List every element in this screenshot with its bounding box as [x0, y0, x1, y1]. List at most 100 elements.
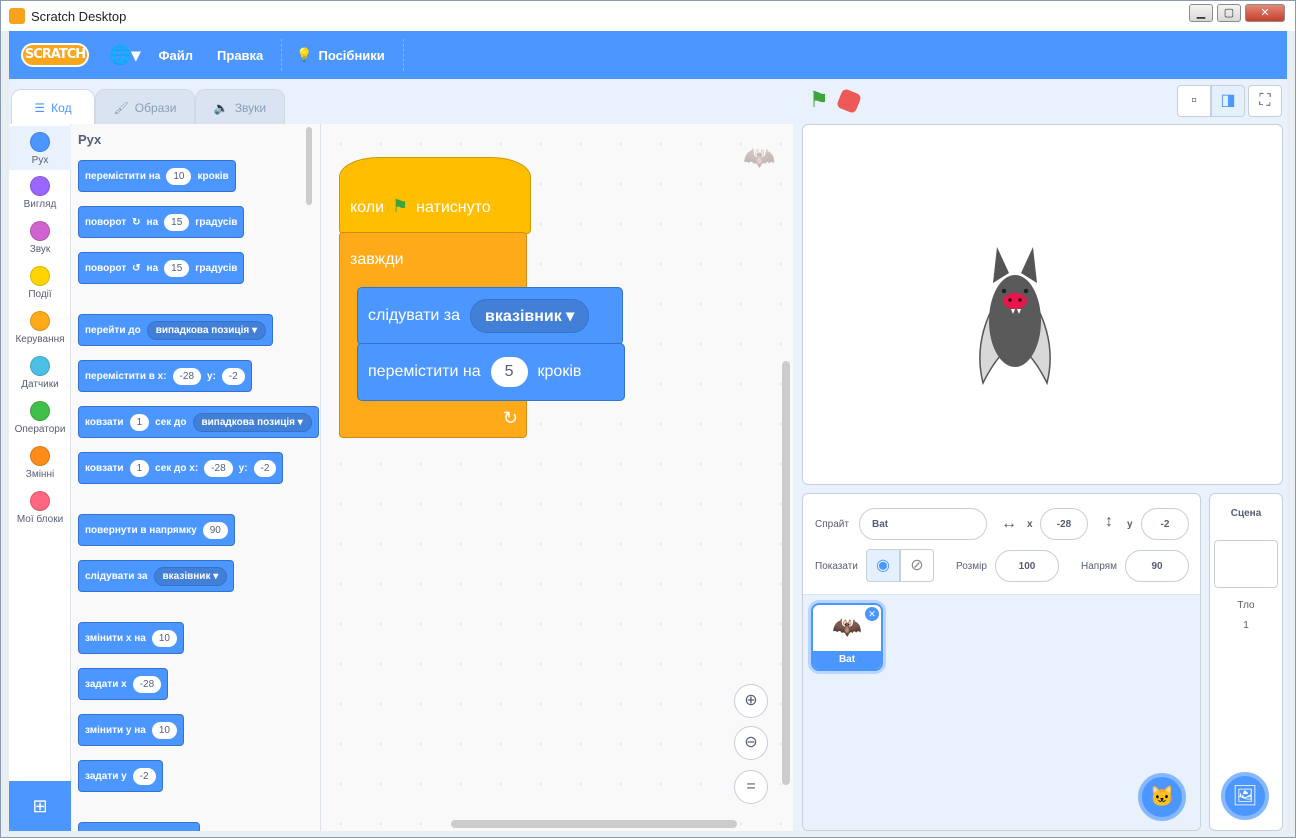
- add-backdrop-button[interactable]: 🖼: [1221, 772, 1269, 820]
- block-point-direction[interactable]: повернути в напрямку 90: [78, 514, 235, 546]
- sprite-thumb-bat[interactable]: 🦇 Bat ✕: [811, 603, 883, 671]
- towards-dropdown[interactable]: вказівник ▾: [470, 299, 590, 333]
- dx-input[interactable]: 10: [151, 629, 177, 647]
- control-dot-icon: [30, 311, 50, 331]
- window-title: Scratch Desktop: [31, 8, 127, 24]
- steps-input[interactable]: 5: [490, 357, 528, 387]
- normal-stage-button[interactable]: ◨: [1211, 85, 1245, 117]
- stage-selector[interactable]: Сцена Тло 1 🖼: [1209, 493, 1283, 831]
- y-label: y: [1127, 519, 1133, 530]
- delete-sprite-icon[interactable]: ✕: [865, 607, 879, 621]
- add-extension-button[interactable]: ⊞: [9, 781, 71, 831]
- block-partial[interactable]: [78, 822, 200, 831]
- green-flag-button[interactable]: ⚑: [809, 87, 829, 113]
- menu-tutorials[interactable]: Посібники: [318, 48, 384, 63]
- block-set-y[interactable]: задати y -2: [78, 760, 163, 792]
- block-change-y[interactable]: змінити y на 10: [78, 714, 184, 746]
- close-button[interactable]: ✕: [1245, 4, 1285, 22]
- backdrops-label: Тло: [1237, 600, 1255, 611]
- x-input[interactable]: -28: [172, 367, 202, 385]
- direction-input[interactable]: 90: [1125, 550, 1189, 582]
- category-sound[interactable]: Звук: [9, 221, 71, 255]
- category-operators[interactable]: Оператори: [9, 401, 71, 435]
- palette-scrollbar[interactable]: [306, 127, 312, 205]
- y-input[interactable]: -2: [253, 459, 277, 477]
- category-looks[interactable]: Вигляд: [9, 176, 71, 210]
- block-change-x[interactable]: змінити x на 10: [78, 622, 184, 654]
- block-turn-right[interactable]: поворот ↻ на 15 градусів: [78, 206, 245, 238]
- zoom-in-button[interactable]: ⊕: [734, 684, 768, 718]
- menu-file[interactable]: Файл: [158, 48, 193, 63]
- backdrop-thumbnail[interactable]: [1214, 540, 1278, 588]
- direction-input[interactable]: 90: [202, 521, 228, 539]
- sensing-dot-icon: [30, 356, 50, 376]
- stage-canvas[interactable]: [802, 124, 1283, 485]
- variables-dot-icon: [30, 446, 50, 466]
- category-variables[interactable]: Змінні: [9, 446, 71, 480]
- block-move-steps[interactable]: перемістити на 10 кроків: [78, 160, 236, 192]
- secs-input[interactable]: 1: [129, 459, 150, 477]
- scratch-logo[interactable]: SCRATCH: [21, 43, 89, 67]
- fullscreen-button[interactable]: ⛶: [1248, 85, 1282, 117]
- towards-dropdown[interactable]: вказівник ▾: [153, 566, 228, 586]
- degrees-input[interactable]: 15: [164, 213, 190, 231]
- maximize-button[interactable]: ▢: [1217, 4, 1241, 22]
- y-input[interactable]: -2: [221, 367, 245, 385]
- tab-sounds[interactable]: 🔈 Звуки: [195, 89, 285, 125]
- zoom-reset-button[interactable]: =: [734, 770, 768, 804]
- extension-icon: ⊞: [32, 796, 48, 816]
- stop-button[interactable]: [835, 87, 863, 115]
- block-glide-xy[interactable]: ковзати 1 сек до x: -28 y: -2: [78, 452, 284, 484]
- tab-costumes[interactable]: 🖌 Образи: [95, 89, 195, 125]
- block-point-towards[interactable]: слідувати за вказівник ▾: [357, 287, 623, 345]
- sprite-watermark-icon: 🦇: [743, 142, 776, 172]
- x-input[interactable]: -28: [1040, 508, 1088, 540]
- block-move-steps[interactable]: перемістити на 5 кроків: [357, 343, 625, 401]
- block-when-flag-clicked[interactable]: коли ⚑ натиснуто: [339, 157, 531, 234]
- category-my-blocks[interactable]: Мої блоки: [9, 491, 71, 525]
- loop-arrow-icon: ↻: [502, 408, 518, 428]
- script-workspace[interactable]: 🦇 коли ⚑ натиснуто завжди ↻ слідувати за вк…: [321, 124, 793, 831]
- show-sprite-button[interactable]: ◉: [866, 549, 900, 582]
- glide-target-dropdown[interactable]: випадкова позиція ▾: [192, 412, 312, 432]
- x-label: x: [1027, 519, 1033, 530]
- dy-input[interactable]: 10: [151, 721, 177, 739]
- block-goto[interactable]: перейти до випадкова позиція ▾: [78, 314, 273, 346]
- block-glide[interactable]: ковзати 1 сек до випадкова позиція ▾: [78, 406, 319, 438]
- my-blocks-dot-icon: [30, 491, 50, 511]
- image-plus-icon: 🖼: [1232, 785, 1258, 807]
- block-turn-left[interactable]: поворот ↺ на 15 градусів: [78, 252, 245, 284]
- goto-target-dropdown[interactable]: випадкова позиція ▾: [146, 320, 266, 340]
- code-icon: ☰: [34, 101, 46, 115]
- x-input[interactable]: -28: [204, 459, 233, 477]
- degrees-input[interactable]: 15: [164, 259, 190, 277]
- sprite-name-input[interactable]: Bat: [859, 508, 987, 540]
- category-motion[interactable]: Рух: [9, 126, 71, 170]
- x-input[interactable]: -28: [132, 675, 162, 693]
- minimize-button[interactable]: ▁: [1189, 4, 1213, 22]
- workspace-vscrollbar[interactable]: [782, 361, 790, 785]
- lightbulb-icon: 💡: [296, 47, 313, 62]
- category-events[interactable]: Події: [9, 266, 71, 300]
- zoom-out-button[interactable]: ⊖: [734, 726, 768, 760]
- block-point-towards[interactable]: слідувати за вказівник ▾: [78, 560, 235, 592]
- size-input[interactable]: 100: [995, 550, 1059, 582]
- menu-edit[interactable]: Правка: [217, 48, 263, 63]
- add-sprite-button[interactable]: 🐱: [1138, 773, 1186, 821]
- language-globe-icon[interactable]: 🌐▾: [109, 45, 140, 66]
- steps-input[interactable]: 10: [166, 167, 192, 185]
- speaker-icon: 🔈: [213, 100, 229, 115]
- tab-code[interactable]: ☰ Код: [11, 89, 95, 126]
- cat-plus-icon: 🐱: [1149, 786, 1175, 808]
- workspace-hscrollbar[interactable]: [451, 820, 737, 828]
- block-goto-xy[interactable]: перемістити в x: -28 y: -2: [78, 360, 252, 392]
- bat-sprite[interactable]: [973, 243, 1057, 391]
- category-control[interactable]: Керування: [9, 311, 71, 345]
- hide-sprite-button[interactable]: ⊘: [900, 549, 934, 582]
- secs-input[interactable]: 1: [129, 413, 150, 431]
- y-input[interactable]: -2: [132, 767, 156, 785]
- small-stage-button[interactable]: ▫: [1177, 85, 1211, 117]
- category-sensing[interactable]: Датчики: [9, 356, 71, 390]
- y-input[interactable]: -2: [1141, 508, 1189, 540]
- block-set-x[interactable]: задати x -28: [78, 668, 169, 700]
